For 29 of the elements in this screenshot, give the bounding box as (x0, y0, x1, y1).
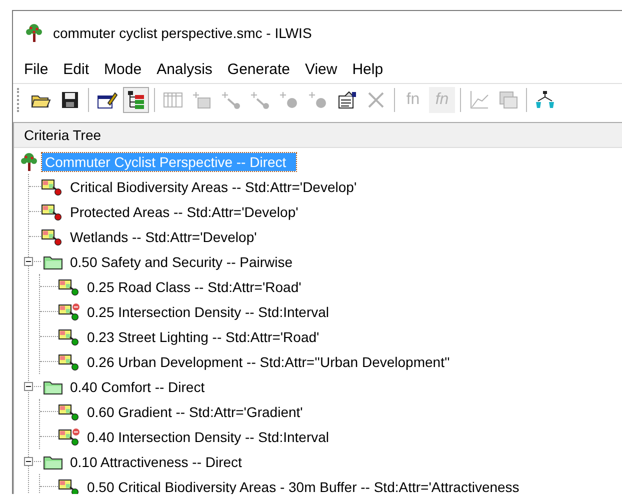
folder-icon (43, 378, 63, 394)
folder-icon (43, 254, 63, 270)
tree-label[interactable]: 0.40 Comfort -- Direct (67, 378, 208, 396)
tree-label[interactable]: 0.10 Attractiveness -- Direct (67, 452, 245, 470)
tree-label[interactable]: Critical Biodiversity Areas -- Std:Attr='Develop' (67, 178, 360, 196)
tree-label[interactable]: 0.50 Safety and Security -- Pairwise (67, 252, 296, 270)
tree-label[interactable]: 0.60 Gradient -- Std:Attr='Gradient' (84, 402, 306, 420)
tree-label[interactable]: Wetlands -- Std:Attr='Develop' (67, 228, 260, 246)
collapse-toggle[interactable] (24, 382, 33, 391)
tree-icon (25, 23, 43, 43)
menu-item[interactable]: Edit (56, 60, 98, 78)
menu-item[interactable]: Generate (220, 60, 298, 78)
menu-item[interactable]: Mode (97, 60, 150, 78)
menu-item[interactable]: View (298, 60, 346, 78)
menu-item[interactable]: Analysis (150, 60, 220, 78)
tree-label[interactable]: 0.26 Urban Development -- Std:Attr=''Urban Development'' (84, 352, 453, 370)
tree-label[interactable]: 0.23 Street Lighting -- Std:Attr='Road' (84, 328, 322, 346)
menu-item[interactable]: Help (345, 60, 392, 78)
menu-item[interactable]: File (17, 60, 56, 78)
tree-label[interactable]: 0.25 Road Class -- Std:Attr='Road' (84, 278, 304, 296)
window-title: commuter cyclist perspective.smc - ILWIS (53, 25, 312, 41)
tree-label[interactable]: 0.40 Intersection Density -- Std:Interval (84, 428, 332, 446)
tree-label[interactable]: 0.25 Intersection Density -- Std:Interval (84, 302, 332, 320)
panel-header: Criteria Tree (14, 123, 622, 148)
collapse-toggle[interactable] (24, 457, 33, 466)
folder-icon (43, 454, 63, 470)
tree-label[interactable]: Protected Areas -- Std:Attr='Develop' (67, 202, 302, 220)
collapse-toggle[interactable] (24, 257, 33, 266)
tree-view-icon[interactable] (123, 87, 149, 113)
